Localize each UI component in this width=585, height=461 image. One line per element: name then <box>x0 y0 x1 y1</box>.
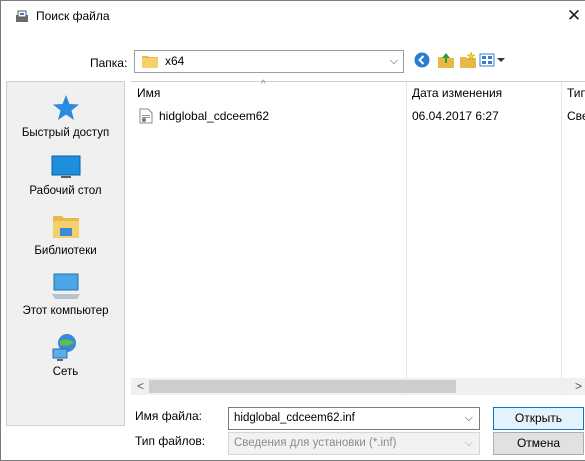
place-label: Рабочий стол <box>29 185 102 197</box>
place-label: Быстрый доступ <box>21 127 110 139</box>
desktop-icon <box>51 155 80 178</box>
chevron-down-icon: ⌵ <box>389 55 398 67</box>
file-name: hidglobal_cdceem62 <box>159 109 270 123</box>
filetype-select: Сведения для установки (*.inf) ⌵ <box>228 432 480 455</box>
setup-info-file-icon <box>139 108 153 124</box>
place-quick-access[interactable]: Быстрый доступ <box>7 92 124 139</box>
network-icon <box>52 334 76 361</box>
place-this-pc[interactable]: Этот компьютер <box>7 270 124 317</box>
open-button[interactable]: Открыть <box>493 407 584 430</box>
scroll-right-icon[interactable]: > <box>575 379 582 393</box>
dialog-app-icon <box>16 10 28 22</box>
column-header-type[interactable]: Тип <box>567 82 585 104</box>
file-date: 06.04.2017 6:27 <box>412 109 499 123</box>
place-desktop[interactable]: Рабочий стол <box>7 150 124 197</box>
place-libraries[interactable]: Библиотеки <box>7 210 124 257</box>
column-header-date[interactable]: Дата изменения <box>412 82 502 104</box>
current-folder-name: x64 <box>165 54 185 68</box>
column-divider <box>561 82 562 396</box>
file-dialog-window: Поиск файла ✕ Папка: x64 ⌵ Быстрый досту… <box>0 0 585 461</box>
file-list[interactable]: Имя ^ Дата изменения Тип hidglobal_cdcee… <box>131 79 585 396</box>
filetype-label: Тип файлов: <box>135 434 206 448</box>
scroll-left-icon[interactable]: < <box>137 379 144 393</box>
back-icon[interactable] <box>413 51 431 69</box>
scroll-thumb[interactable] <box>149 380 456 393</box>
new-folder-icon[interactable] <box>459 51 477 69</box>
libraries-icon <box>52 216 79 238</box>
window-title: Поиск файла <box>36 9 110 23</box>
column-header-name[interactable]: Имя <box>137 82 160 104</box>
up-folder-icon[interactable] <box>437 51 455 69</box>
place-label: Этот компьютер <box>22 305 109 317</box>
computer-icon <box>51 273 80 299</box>
folder-select[interactable]: x64 ⌵ <box>134 50 404 73</box>
close-icon: ✕ <box>566 6 582 25</box>
view-menu-icon[interactable] <box>479 51 509 69</box>
filename-value: hidglobal_cdceem62.inf <box>234 412 355 424</box>
place-label: Сеть <box>52 366 79 378</box>
quick-access-star-icon <box>52 95 79 120</box>
filetype-value: Сведения для установки (*.inf) <box>234 437 397 449</box>
horizontal-scrollbar[interactable]: < > <box>131 378 585 395</box>
folder-icon <box>142 56 158 68</box>
cancel-button[interactable]: Отмена <box>493 432 584 455</box>
close-button[interactable]: ✕ <box>561 3 585 29</box>
chevron-down-icon: ⌵ <box>464 437 473 449</box>
filename-input[interactable]: hidglobal_cdceem62.inf ⌵ <box>228 407 480 430</box>
title-bar: Поиск файла ✕ <box>1 1 585 31</box>
file-type: Свед <box>567 109 585 123</box>
file-row[interactable]: hidglobal_cdceem62 06.04.2017 6:27 Свед <box>131 106 585 126</box>
filename-label: Имя файла: <box>135 409 202 423</box>
places-bar: Быстрый доступ Рабочий стол Библиотеки Э… <box>6 81 125 426</box>
sort-ascending-icon: ^ <box>261 79 266 90</box>
place-label: Библиотеки <box>34 245 97 257</box>
place-network[interactable]: Сеть <box>7 331 124 378</box>
folder-label: Папка: <box>90 56 128 70</box>
chevron-down-icon[interactable]: ⌵ <box>465 412 473 425</box>
column-divider <box>406 82 407 396</box>
